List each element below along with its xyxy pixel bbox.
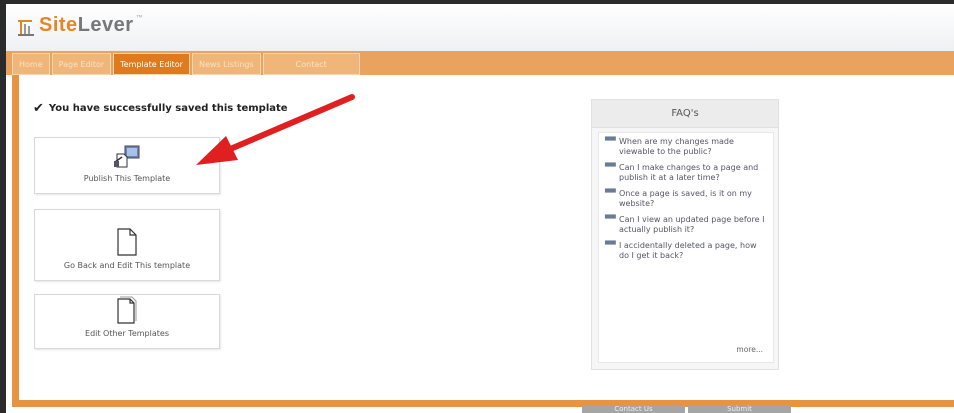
faq-panel: FAQ's ▀▀ When are my changes made viewabl… <box>591 99 779 370</box>
faq-bullet-icon: ▀▀ <box>605 189 616 197</box>
header: SiteLever ™ <box>6 4 954 51</box>
edit-template-button[interactable]: Go Back and Edit This template <box>34 209 220 281</box>
submit-button[interactable]: Submit <box>688 405 791 413</box>
faq-item[interactable]: ▀▀ Once a page is saved, is it on my webs… <box>605 189 765 208</box>
edit-other-templates-button[interactable]: Edit Other Templates <box>34 294 220 349</box>
tab-home[interactable]: Home <box>12 53 50 75</box>
tab-contact[interactable]: Contact <box>262 53 360 75</box>
edit-other-templates-label: Edit Other Templates <box>85 329 169 338</box>
faq-item[interactable]: ▀▀ When are my changes made viewable to t… <box>605 137 765 156</box>
logo-mark-icon <box>18 20 34 36</box>
contact-us-button[interactable]: Contact Us <box>582 405 685 413</box>
logo-text: SiteLever <box>39 14 134 36</box>
documents-icon <box>117 296 137 324</box>
tab-news-listings[interactable]: News Listings <box>191 53 261 75</box>
success-text: You have successfully saved this templat… <box>48 103 288 114</box>
publish-icon <box>114 145 140 168</box>
faq-bullet-icon: ▀▀ <box>605 137 616 145</box>
faq-title: FAQ's <box>592 100 778 128</box>
faq-bullet-icon: ▀▀ <box>605 215 616 223</box>
publish-template-label: Publish This Template <box>83 174 171 183</box>
success-message: ✔ You have successfully saved this templ… <box>33 101 288 116</box>
faq-item[interactable]: ▀▀ Can I make changes to a page and publi… <box>605 163 765 182</box>
faq-more-link[interactable]: more... <box>736 345 763 354</box>
main-nav: Home Page Editor Template Editor News Li… <box>12 52 362 75</box>
tab-template-editor[interactable]: Template Editor <box>113 53 190 75</box>
publish-template-button[interactable]: Publish This Template <box>34 137 220 194</box>
faq-bullet-icon: ▀▀ <box>605 241 616 249</box>
tab-page-editor[interactable]: Page Editor <box>51 53 112 75</box>
edit-template-label: Go Back and Edit This template <box>63 261 191 270</box>
document-icon <box>117 228 137 256</box>
faq-list: ▀▀ When are my changes made viewable to t… <box>598 132 774 363</box>
faq-bullet-icon: ▀▀ <box>605 163 616 171</box>
trademark: ™ <box>135 14 144 23</box>
faq-item[interactable]: ▀▀ I accidentally deleted a page, how do … <box>605 241 765 260</box>
checkmark-icon: ✔ <box>33 101 44 116</box>
faq-item[interactable]: ▀▀ Can I view an updated page before I ac… <box>605 215 765 234</box>
sitelever-logo[interactable]: SiteLever ™ <box>18 14 144 37</box>
